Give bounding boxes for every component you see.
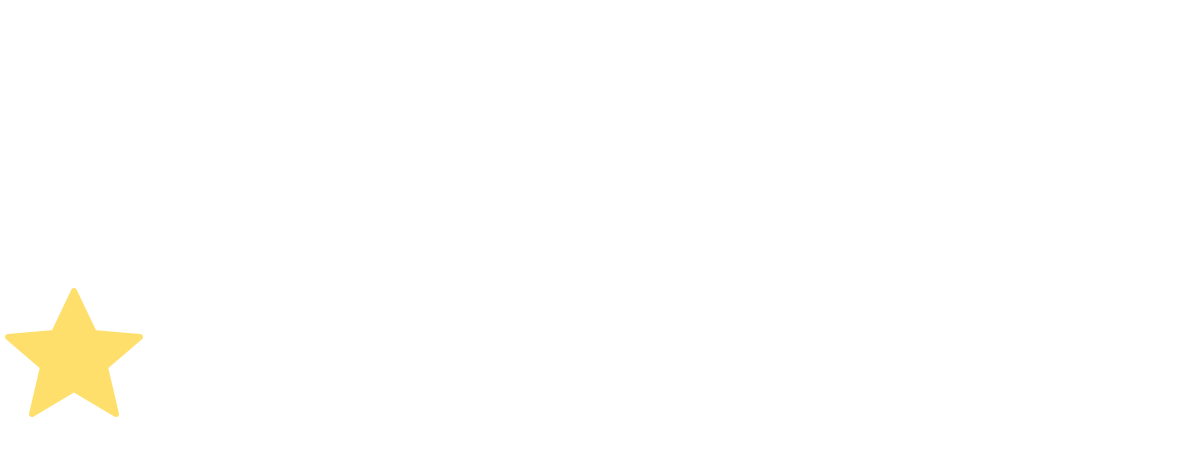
page-canvas bbox=[0, 0, 1204, 470]
star-icon bbox=[4, 287, 144, 421]
star-shape bbox=[5, 288, 143, 417]
